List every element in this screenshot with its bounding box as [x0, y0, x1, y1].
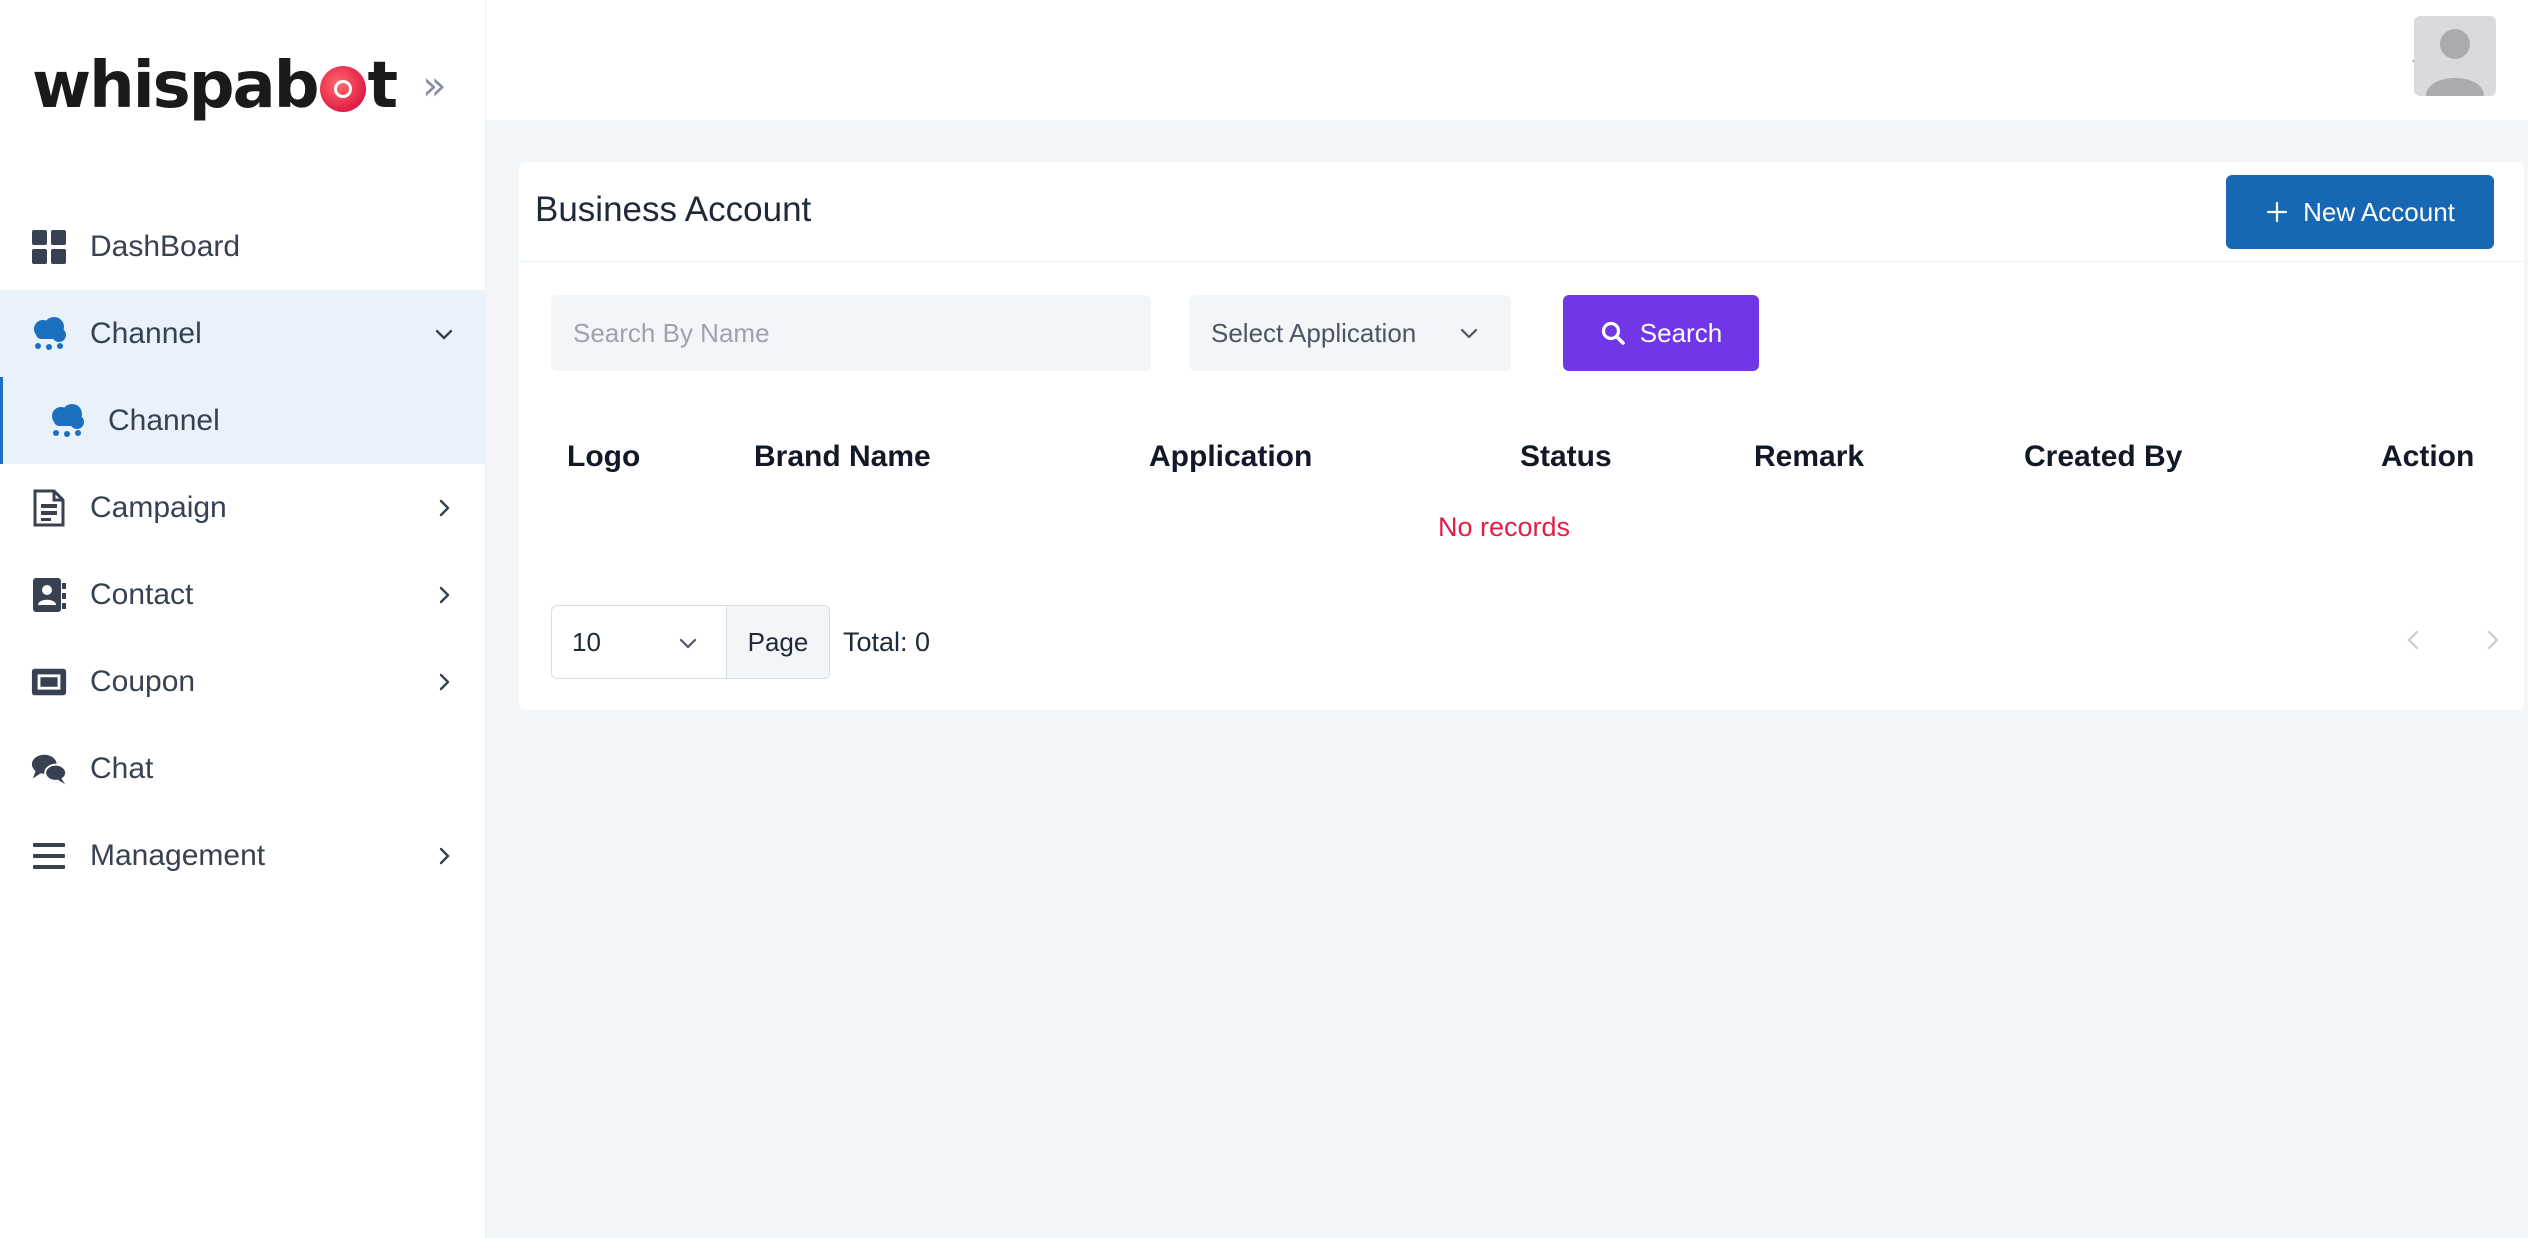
page-label: Page: [726, 605, 830, 679]
logo-wordmark: whispab t: [32, 49, 398, 123]
search-by-name-input[interactable]: [551, 295, 1151, 371]
plus-icon: [2267, 201, 2288, 223]
new-account-label: New Account: [2303, 196, 2455, 227]
search-button-label: Search: [1639, 317, 1723, 348]
sidebar-item-chat[interactable]: Chat: [0, 725, 486, 812]
collapse-sidebar-icon[interactable]: »: [422, 66, 446, 106]
user-avatar[interactable]: [2414, 16, 2496, 96]
sidebar-subitem-channel[interactable]: Channel: [0, 377, 486, 464]
sidebar-item-label: Chat: [90, 751, 154, 785]
channel-cloud-icon: [30, 315, 68, 353]
sidebar-item-dashboard[interactable]: DashBoard: [0, 203, 486, 290]
sidebar-item-label: Contact: [90, 577, 194, 611]
dashboard-icon: [30, 228, 68, 266]
sidebar-item-label: Coupon: [90, 664, 196, 698]
sidebar-item-channel[interactable]: Channel: [0, 290, 486, 377]
search-button[interactable]: Search: [1563, 295, 1759, 371]
channel-cloud-icon: [48, 402, 86, 440]
sidebar-item-coupon[interactable]: Coupon: [0, 638, 486, 725]
column-header-action: Action: [2381, 440, 2475, 473]
sidebar-nav: DashBoard Channel Channel Campaign Conta…: [0, 203, 486, 899]
page-title: Business Account: [535, 190, 812, 229]
new-account-button[interactable]: New Account: [2226, 175, 2494, 249]
previous-page-icon[interactable]: [2399, 625, 2429, 655]
menu-bars-icon: [30, 837, 68, 875]
sidebar-item-label: Channel: [90, 316, 202, 350]
select-application-dropdown[interactable]: Select Application: [1189, 295, 1511, 371]
card-header: Business Account New Account: [519, 162, 2524, 262]
sidebar-item-contact[interactable]: Contact: [0, 551, 486, 638]
sidebar-item-label: Campaign: [90, 490, 227, 524]
column-header-logo: Logo: [567, 440, 641, 473]
chat-bubbles-icon: [30, 750, 68, 788]
sidebar-item-label: DashBoard: [90, 229, 241, 263]
page-size-select[interactable]: 10: [551, 605, 727, 679]
chevron-right-icon: [439, 673, 450, 690]
chevron-down-icon: [435, 329, 453, 339]
top-bar: [486, 0, 2528, 120]
page-size-value: 10: [572, 626, 601, 657]
chevron-right-icon: [439, 499, 450, 516]
search-icon: [1601, 321, 1625, 345]
chevron-right-icon: [439, 586, 450, 603]
table-header: Logo Brand Name Application Status Remar…: [519, 440, 2524, 484]
column-header-status: Status: [1520, 440, 1612, 473]
chevron-right-icon: [439, 847, 450, 864]
sidebar-item-campaign[interactable]: Campaign: [0, 464, 486, 551]
coupon-ticket-icon: [30, 663, 68, 701]
sidebar-item-label: Channel: [108, 403, 220, 437]
filter-bar: Select Application Search: [551, 295, 2451, 371]
empty-state-text: No records: [1437, 512, 1571, 542]
business-account-card: Business Account New Account Select Appl…: [519, 162, 2524, 710]
column-header-remark: Remark: [1754, 440, 1865, 473]
column-header-brand-name: Brand Name: [754, 440, 931, 473]
chevron-down-icon: [1460, 328, 1478, 339]
logo-bot-icon: [319, 66, 366, 112]
total-count: Total: 0: [843, 627, 931, 657]
column-header-application: Application: [1149, 440, 1313, 473]
select-application-label: Select Application: [1211, 317, 1417, 348]
contact-book-icon: [30, 576, 68, 614]
sidebar-item-management[interactable]: Management: [0, 812, 486, 899]
chevron-down-icon: [679, 638, 697, 649]
logo[interactable]: whispab t »: [32, 46, 452, 126]
sidebar: whispab t » DashBoard Channel Channel Ca…: [0, 0, 486, 1238]
sidebar-item-label: Management: [90, 838, 266, 872]
column-header-created-by: Created By: [2024, 440, 2183, 473]
campaign-document-icon: [30, 489, 68, 527]
next-page-icon[interactable]: [2477, 625, 2507, 655]
pagination: 10 Page Total: 0: [551, 605, 2499, 679]
